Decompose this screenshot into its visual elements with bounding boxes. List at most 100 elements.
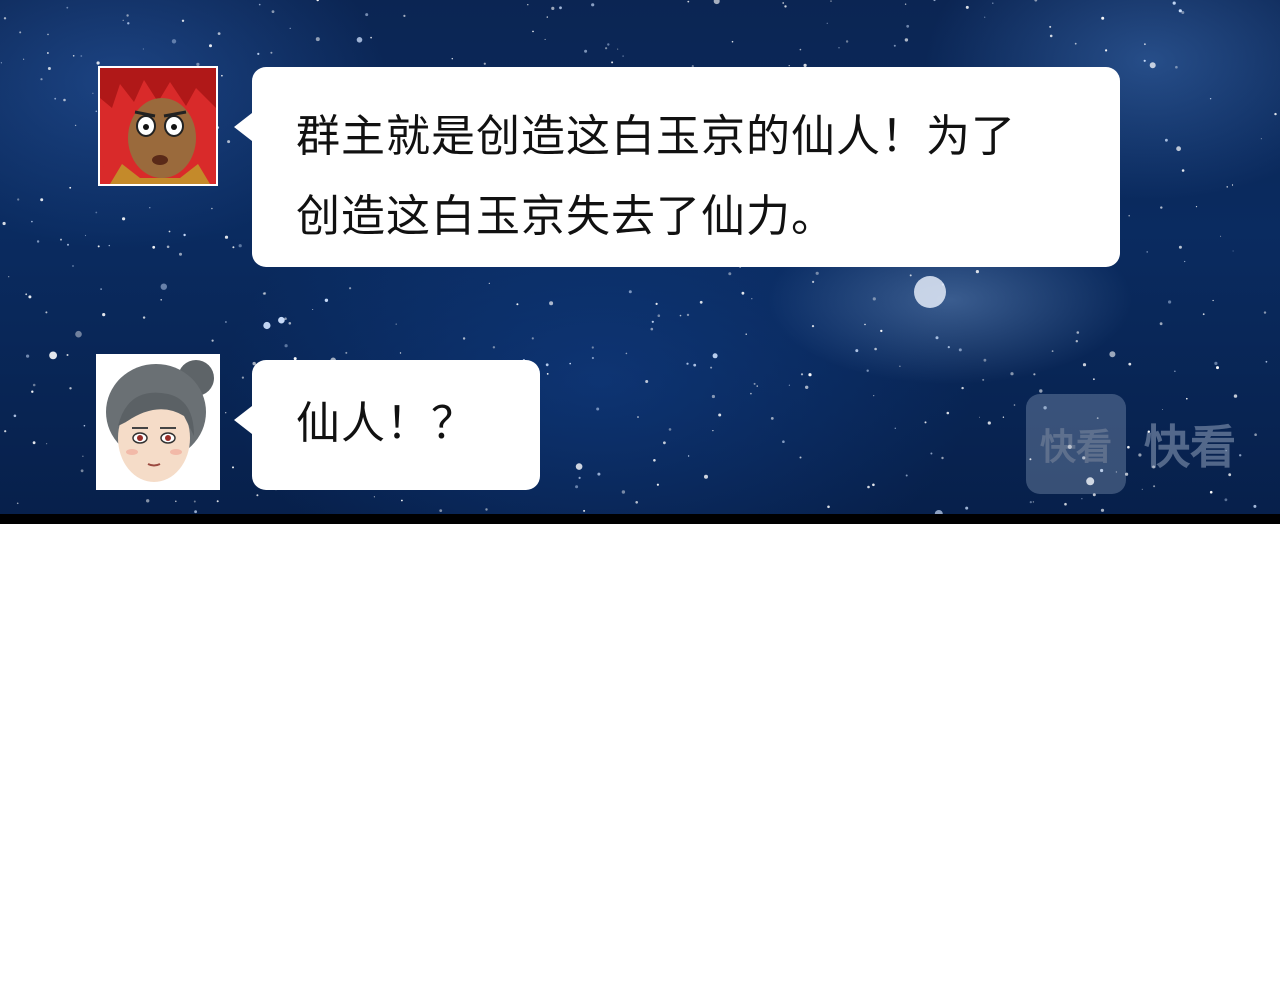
avatar-red-hair-man (98, 66, 218, 186)
star (941, 456, 944, 460)
star (799, 456, 802, 459)
star (127, 22, 130, 25)
star (122, 19, 124, 21)
star (1212, 299, 1214, 302)
star (965, 506, 969, 510)
star (263, 321, 271, 330)
star (979, 416, 980, 418)
star (1174, 370, 1176, 372)
star (1168, 300, 1172, 304)
star (745, 333, 747, 335)
star (906, 24, 910, 28)
star (365, 13, 369, 17)
star (1165, 138, 1168, 142)
woman-bun-portrait-icon (98, 356, 218, 488)
star (826, 22, 828, 24)
star (731, 40, 734, 43)
star (663, 441, 666, 445)
star (975, 270, 980, 274)
star (904, 3, 907, 5)
star (873, 395, 875, 397)
star (1032, 501, 1035, 503)
star (271, 10, 275, 14)
star (13, 414, 17, 418)
star (635, 501, 638, 504)
star (1144, 43, 1146, 46)
star (122, 217, 126, 221)
star (808, 373, 812, 377)
star (54, 97, 57, 100)
star (531, 337, 534, 340)
starfield-panel: 群主就是创造这白玉京的仙人！为了创造这白玉京失去了仙力。 仙人！？ 快看 快看 (0, 0, 1280, 514)
star (713, 0, 720, 5)
star (1202, 313, 1205, 316)
star (815, 271, 819, 275)
star (224, 235, 229, 239)
star (1128, 362, 1132, 366)
star (1100, 508, 1105, 512)
star (621, 490, 626, 494)
star (1033, 373, 1036, 376)
star (1128, 214, 1130, 217)
star (741, 291, 745, 295)
star (1224, 498, 1228, 502)
star (867, 485, 870, 489)
star (1265, 360, 1268, 363)
star (812, 280, 815, 283)
watermark-logo-box: 快看 (1026, 394, 1126, 494)
star (66, 354, 69, 356)
star (324, 298, 329, 302)
star (211, 207, 213, 210)
star (152, 245, 156, 249)
star (312, 309, 314, 310)
star (345, 351, 348, 354)
star (66, 6, 69, 9)
speech-bubble-2: 仙人！？ (234, 360, 540, 490)
star (183, 233, 186, 237)
star (209, 44, 212, 48)
star (1214, 361, 1218, 365)
star (1093, 378, 1095, 381)
star (830, 0, 832, 2)
star (227, 140, 231, 144)
star (1074, 42, 1077, 45)
star (399, 352, 402, 354)
star (211, 339, 214, 342)
star (657, 314, 661, 318)
star (782, 440, 785, 444)
star (284, 344, 288, 348)
star (751, 298, 753, 300)
star (95, 211, 98, 214)
star (1049, 34, 1053, 38)
star (4, 430, 7, 433)
star (146, 499, 150, 503)
star (171, 39, 177, 44)
star (532, 30, 534, 33)
star (718, 413, 722, 417)
star (516, 303, 519, 306)
star (25, 293, 28, 296)
star (403, 14, 406, 17)
star (611, 61, 614, 64)
star (232, 466, 234, 469)
star (947, 346, 950, 349)
star (401, 499, 403, 502)
star (575, 463, 583, 470)
star (935, 336, 939, 340)
watermark-text: 快看 (1144, 420, 1236, 474)
star (47, 67, 51, 70)
star (69, 387, 72, 390)
star (373, 496, 375, 498)
star (893, 44, 896, 47)
star (166, 245, 170, 249)
star (687, 0, 690, 3)
star (687, 455, 690, 457)
star (258, 3, 261, 6)
star (2, 221, 6, 226)
star (924, 421, 927, 424)
star (1034, 0, 1038, 2)
panel-bottom-border (0, 514, 1280, 524)
star (899, 365, 901, 367)
star (19, 31, 22, 34)
star (488, 282, 490, 284)
